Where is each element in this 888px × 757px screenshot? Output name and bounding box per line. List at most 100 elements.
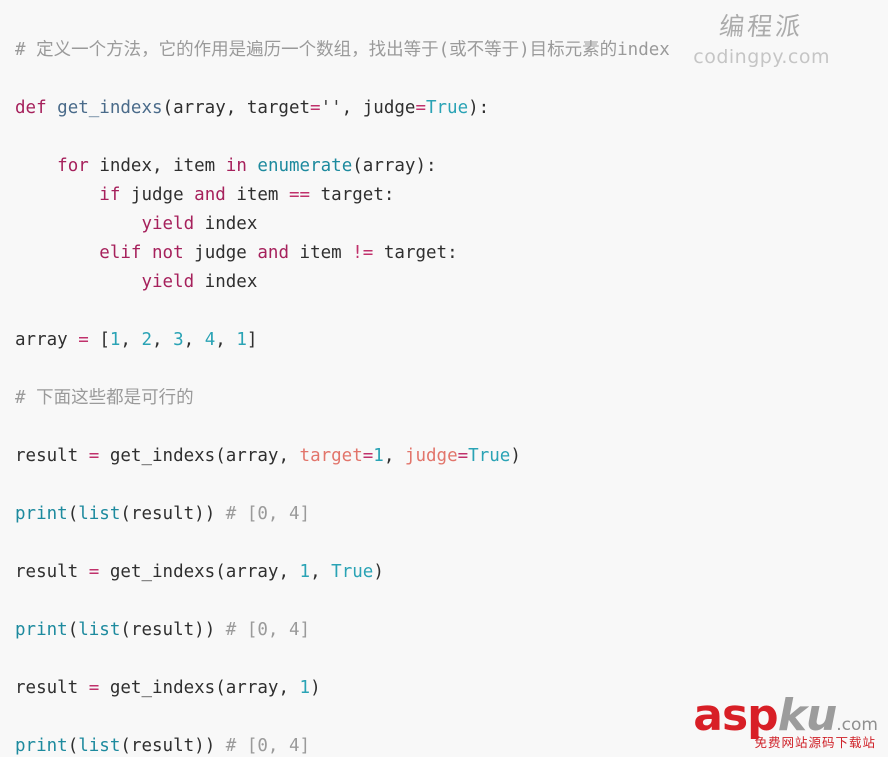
comma: , <box>278 445 300 466</box>
operator-assign: = <box>415 97 426 118</box>
var-item: item <box>236 184 279 205</box>
paren-open: ( <box>67 735 79 756</box>
paren-open: ( <box>215 445 226 466</box>
builtin-list: list <box>78 503 121 524</box>
call-get-indexs: get_indexs <box>109 677 216 698</box>
comment-usable: # 下面这些都是可行的 <box>15 387 194 408</box>
arg-result: result <box>130 735 195 756</box>
paren-open: ( <box>120 735 131 756</box>
var-judge: judge <box>130 184 184 205</box>
call-get-indexs: get_indexs <box>109 445 216 466</box>
paren-close-double: )) <box>194 735 226 756</box>
code-line-5: for index, item in enumerate(array): <box>15 155 437 176</box>
operator-not-equals: != <box>352 242 374 263</box>
paren-open: ( <box>352 155 363 176</box>
colon: : <box>447 242 458 263</box>
param-array: array <box>173 97 226 118</box>
code-line-13: # 下面这些都是可行的 <box>15 388 194 408</box>
comment-output: # [0, 4] <box>225 503 311 524</box>
param-target: target <box>246 97 311 118</box>
arg-result: result <box>130 619 195 640</box>
paren-open: ( <box>67 503 79 524</box>
builtin-print: print <box>15 619 68 640</box>
keyword-yield: yield <box>141 271 195 292</box>
code-line-23: result = get_indexs(array, 1) <box>15 678 321 698</box>
comment-output: # [0, 4] <box>225 735 311 756</box>
code-line-3: def get_indexs(array, target='', judge=T… <box>15 98 489 118</box>
kwarg-target: target <box>299 445 363 466</box>
builtin-enumerate: enumerate <box>257 155 353 176</box>
number-2: 2 <box>141 329 153 350</box>
operator-assign: = <box>310 97 321 118</box>
paren-close: ) <box>510 445 521 466</box>
colon: : <box>383 184 395 205</box>
operator-assign: = <box>88 561 100 582</box>
paren-open: ( <box>215 561 226 582</box>
paren-close-colon: ): <box>415 155 437 176</box>
comma: , <box>278 561 300 582</box>
keyword-in: in <box>225 155 247 176</box>
comma: , <box>120 329 142 350</box>
code-screenshot-page: # 定义一个方法，它的作用是遍历一个数组，找出等于(或不等于)目标元素的inde… <box>0 0 888 757</box>
paren-close-double: )) <box>194 503 226 524</box>
paren-close: ) <box>310 677 321 698</box>
arg-array: array <box>225 677 279 698</box>
param-judge: judge <box>362 97 416 118</box>
code-line-25: print(list(result)) # [0, 4] <box>15 736 310 756</box>
builtin-list: list <box>78 735 121 756</box>
code-line-7: yield index <box>15 214 257 234</box>
var-target: target <box>383 242 448 263</box>
var-index: index <box>204 271 258 292</box>
bracket-open: [ <box>99 329 110 350</box>
operator-equals: == <box>289 184 311 205</box>
number-4: 4 <box>204 329 216 350</box>
python-code-block[interactable]: # 定义一个方法，它的作用是遍历一个数组，找出等于(或不等于)目标元素的inde… <box>0 18 888 757</box>
paren-open: ( <box>67 619 79 640</box>
comma: , <box>152 155 174 176</box>
keyword-def: def <box>15 97 47 118</box>
builtin-list: list <box>78 619 121 640</box>
operator-assign: = <box>362 445 374 466</box>
var-target: target <box>320 184 384 205</box>
var-item: item <box>173 155 216 176</box>
code-line-21: print(list(result)) # [0, 4] <box>15 620 310 640</box>
var-item: item <box>299 242 342 263</box>
number-1: 1 <box>299 677 311 698</box>
code-line-11: array = [1, 2, 3, 4, 1] <box>15 330 257 350</box>
keyword-for: for <box>57 155 89 176</box>
comma: , <box>383 445 405 466</box>
var-index: index <box>204 213 258 234</box>
operator-assign: = <box>88 677 100 698</box>
code-line-6: if judge and item == target: <box>15 185 394 205</box>
paren-close: ) <box>373 561 384 582</box>
constant-true: True <box>425 97 469 118</box>
comma: , <box>225 97 247 118</box>
string-empty: '' <box>320 97 342 118</box>
